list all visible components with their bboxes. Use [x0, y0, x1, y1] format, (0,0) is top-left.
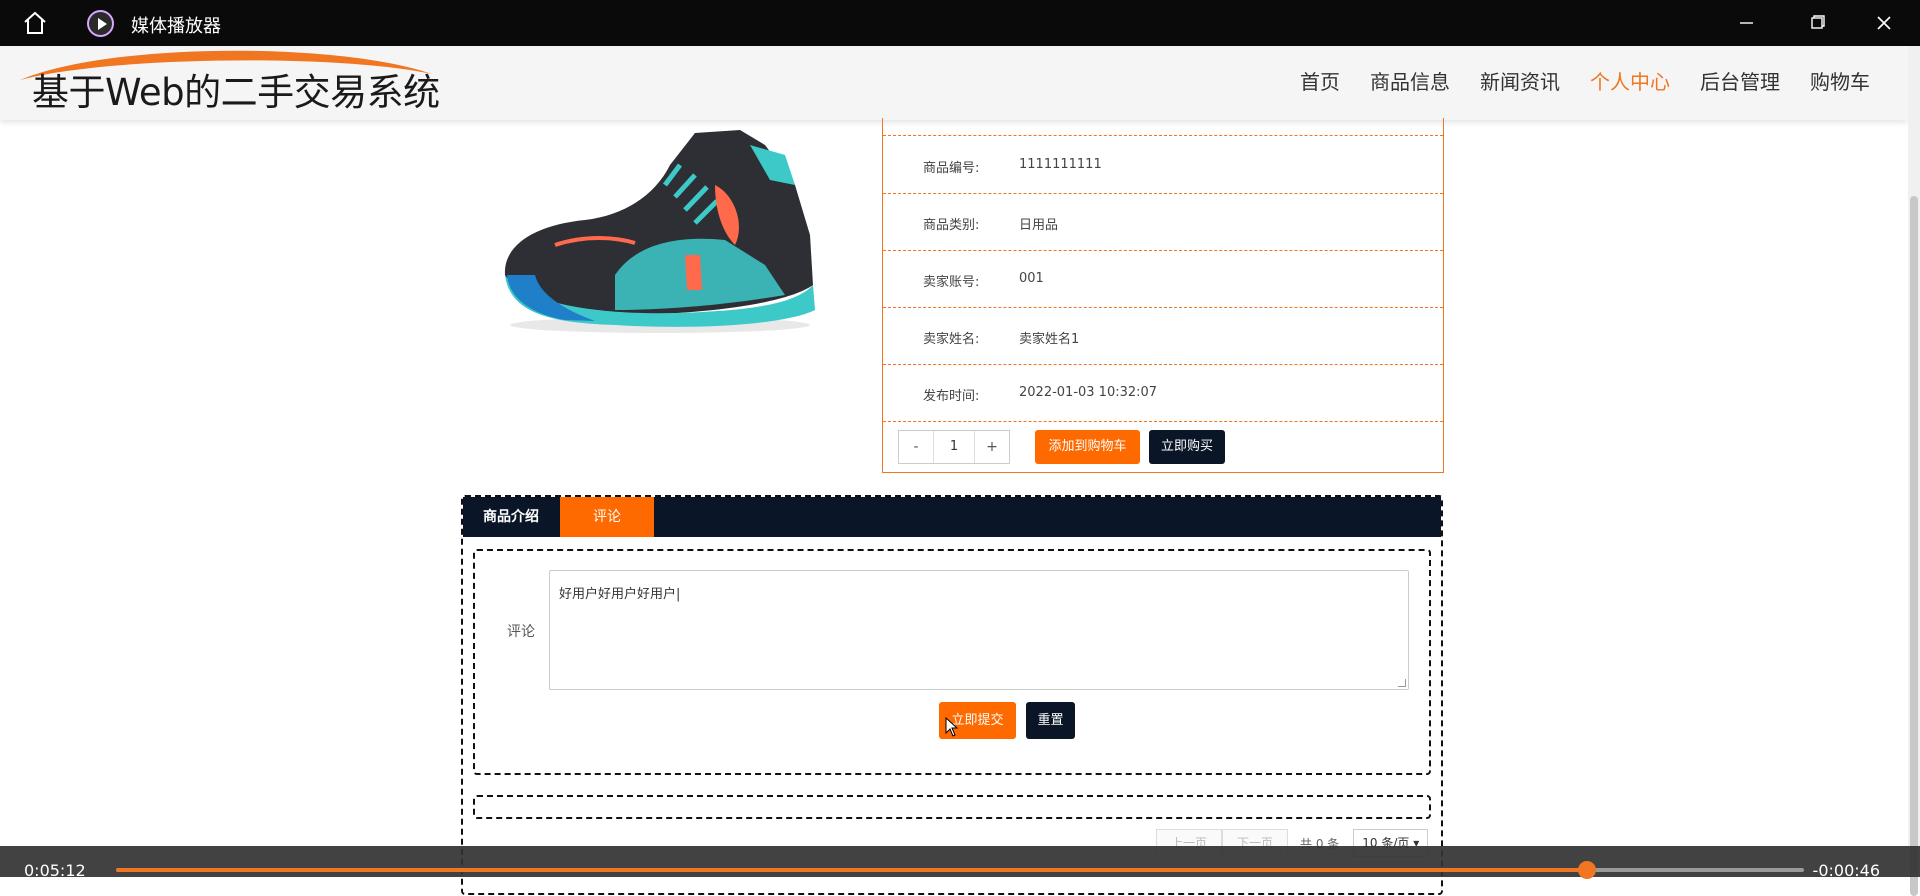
- main-nav: 首页 商品信息 新闻资讯 个人中心 后台管理 购物车: [1270, 66, 1870, 95]
- info-label: 商品类别:: [923, 218, 980, 233]
- tab-product-intro[interactable]: 商品介绍: [463, 497, 559, 537]
- product-info-panel: 商品编号: 1111111111 商品类别: 日用品 卖家账号: 001 卖家姓…: [882, 118, 1444, 473]
- info-row-seller-name: 卖家姓名: 卖家姓名1: [883, 308, 1443, 365]
- window-title: 媒体播放器: [131, 16, 221, 37]
- remaining-time: -0:00:46: [1812, 861, 1880, 880]
- comment-textarea[interactable]: 好用户好用户好用户|: [549, 570, 1409, 690]
- home-icon[interactable]: [22, 11, 48, 35]
- tab-bar: 商品介绍 评论: [463, 497, 1441, 537]
- quantity-minus-button[interactable]: -: [899, 431, 933, 463]
- site-logo[interactable]: 基于Web的二手交易系统: [32, 62, 440, 116]
- product-image: [504, 130, 815, 333]
- nav-item-products[interactable]: 商品信息: [1370, 66, 1450, 95]
- detail-tabs-panel: 商品介绍 评论 评论 好用户好用户好用户| 立即提交 重置 上一页 下一页 共 …: [461, 495, 1443, 895]
- seek-bar[interactable]: [116, 861, 1804, 879]
- info-value: 1111111111: [1019, 157, 1102, 172]
- tab-comments[interactable]: 评论: [560, 497, 654, 537]
- seek-progress: [116, 868, 1587, 872]
- nav-item-cart[interactable]: 购物车: [1810, 66, 1870, 95]
- info-row-publish-time: 发布时间: 2022-01-03 10:32:07: [883, 365, 1443, 422]
- close-button[interactable]: [1864, 8, 1904, 38]
- info-row-seller-account: 卖家账号: 001: [883, 251, 1443, 308]
- info-label: 商品编号:: [923, 161, 980, 176]
- info-value: 卖家姓名1: [1019, 332, 1080, 347]
- nav-item-news[interactable]: 新闻资讯: [1480, 66, 1560, 95]
- resize-handle[interactable]: [1398, 679, 1406, 687]
- buy-now-button[interactable]: 立即购买: [1149, 430, 1225, 464]
- comment-label: 评论: [507, 624, 535, 640]
- info-value: 日用品: [1019, 218, 1059, 233]
- seek-thumb[interactable]: [1577, 861, 1596, 879]
- minimize-button[interactable]: [1726, 8, 1766, 38]
- site-header: 基于Web的二手交易系统 首页 商品信息 新闻资讯 个人中心 后台管理 购物车: [0, 46, 1908, 120]
- info-label: 卖家姓名:: [923, 332, 980, 347]
- info-value: 001: [1019, 271, 1044, 286]
- nav-item-admin[interactable]: 后台管理: [1700, 66, 1780, 95]
- restore-button[interactable]: [1796, 8, 1836, 38]
- quantity-plus-button[interactable]: +: [975, 431, 1009, 463]
- quantity-stepper: - 1 +: [898, 430, 1010, 464]
- comment-text: 好用户好用户好用户|: [559, 587, 681, 602]
- comment-list: [473, 795, 1431, 819]
- reset-button[interactable]: 重置: [1026, 702, 1075, 739]
- info-row-stub: [883, 118, 1443, 136]
- page-scrollbar[interactable]: [1908, 46, 1920, 896]
- scrollbar-thumb[interactable]: [1910, 196, 1918, 896]
- info-row-category: 商品类别: 日用品: [883, 194, 1443, 251]
- info-label: 卖家账号:: [923, 275, 980, 290]
- info-value: 2022-01-03 10:32:07: [1019, 385, 1158, 400]
- nav-item-home[interactable]: 首页: [1300, 66, 1340, 95]
- mouse-cursor-icon: [945, 717, 959, 737]
- comment-form: 评论 好用户好用户好用户| 立即提交 重置: [473, 549, 1431, 775]
- media-player-app-icon: [87, 10, 114, 37]
- info-row-product-id: 商品编号: 1111111111: [883, 137, 1443, 194]
- media-player-controls: 0:05:12 -0:00:46: [0, 846, 1920, 880]
- add-to-cart-button[interactable]: 添加到购物车: [1035, 430, 1140, 464]
- nav-item-profile[interactable]: 个人中心: [1590, 66, 1670, 95]
- elapsed-time: 0:05:12: [24, 861, 86, 880]
- info-label: 发布时间:: [923, 389, 980, 404]
- quantity-input[interactable]: 1: [933, 431, 975, 463]
- window-titlebar: 媒体播放器: [0, 0, 1920, 46]
